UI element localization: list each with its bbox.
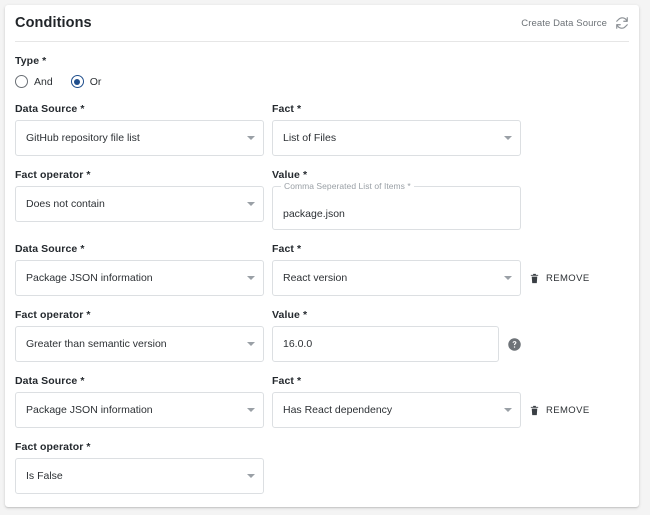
trash-icon bbox=[529, 272, 540, 285]
type-label: Type * bbox=[15, 55, 47, 67]
chevron-down-icon bbox=[247, 474, 255, 478]
condition-1-row-operator: Fact operator * Does not contain Value *… bbox=[15, 169, 629, 230]
condition-3-remove-button[interactable]: REMOVE bbox=[529, 404, 590, 417]
condition-1-fact-value: List of Files bbox=[283, 132, 337, 144]
condition-2-row-source: Data Source * Package JSON information F… bbox=[15, 243, 629, 296]
chevron-down-icon bbox=[247, 202, 255, 206]
condition-3-fact-value: Has React dependency bbox=[283, 404, 393, 416]
condition-2-fact-select[interactable]: React version bbox=[272, 260, 521, 296]
condition-2-value-label: Value * bbox=[272, 309, 308, 321]
condition-1-data-source-value: GitHub repository file list bbox=[26, 132, 140, 144]
condition-1-fact-field: Fact * List of Files bbox=[272, 103, 521, 156]
condition-3-remove-label: REMOVE bbox=[546, 404, 590, 416]
condition-1-fact-operator-field: Fact operator * Does not contain bbox=[15, 169, 264, 222]
condition-3-fact-label: Fact * bbox=[272, 375, 302, 387]
radio-option-and[interactable]: And bbox=[15, 75, 53, 88]
condition-2-fact-label: Fact * bbox=[272, 243, 302, 255]
condition-block-3: Data Source * Package JSON information F… bbox=[15, 375, 629, 494]
header-actions: Create Data Source bbox=[521, 16, 629, 30]
condition-2-fact-operator-label: Fact operator * bbox=[15, 309, 91, 321]
condition-3-fact-operator-label: Fact operator * bbox=[15, 441, 91, 453]
radio-label-or: Or bbox=[89, 75, 102, 88]
condition-2-row-operator: Fact operator * Greater than semantic ve… bbox=[15, 309, 629, 362]
condition-2-fact-field: Fact * React version bbox=[272, 243, 521, 296]
condition-2-fact-operator-field: Fact operator * Greater than semantic ve… bbox=[15, 309, 264, 362]
condition-1-fact-operator-select[interactable]: Does not contain bbox=[15, 186, 264, 222]
sync-refresh-icon[interactable] bbox=[615, 16, 629, 30]
radio-label-and: And bbox=[34, 75, 53, 88]
condition-3-data-source-label: Data Source * bbox=[15, 375, 85, 387]
condition-3-row-operator: Fact operator * Is False bbox=[15, 441, 629, 494]
condition-2-fact-value: React version bbox=[283, 272, 348, 284]
condition-3-fact-operator-field: Fact operator * Is False bbox=[15, 441, 264, 494]
condition-3-fact-select[interactable]: Has React dependency bbox=[272, 392, 521, 428]
card-header: Conditions Create Data Source bbox=[5, 5, 639, 41]
trash-icon bbox=[529, 404, 540, 417]
condition-2-value-field: Value * 16.0.0 bbox=[272, 309, 499, 362]
condition-1-data-source-field: Data Source * GitHub repository file lis… bbox=[15, 103, 264, 156]
condition-2-value-input[interactable]: 16.0.0 bbox=[272, 326, 499, 362]
condition-2-data-source-label: Data Source * bbox=[15, 243, 85, 255]
condition-1-fact-operator-label: Fact operator * bbox=[15, 169, 91, 181]
condition-2-fact-operator-value: Greater than semantic version bbox=[26, 338, 167, 350]
condition-1-value-text: package.json bbox=[283, 208, 345, 220]
condition-2-data-source-field: Data Source * Package JSON information bbox=[15, 243, 264, 296]
help-icon[interactable] bbox=[507, 337, 522, 352]
condition-3-data-source-field: Data Source * Package JSON information bbox=[15, 375, 264, 428]
condition-1-fact-label: Fact * bbox=[272, 103, 302, 115]
chevron-down-icon bbox=[247, 276, 255, 280]
condition-2-data-source-select[interactable]: Package JSON information bbox=[15, 260, 264, 296]
condition-3-trailing: REMOVE bbox=[529, 392, 590, 428]
chevron-down-icon bbox=[247, 136, 255, 140]
condition-3-row-source: Data Source * Package JSON information F… bbox=[15, 375, 629, 428]
chevron-down-icon bbox=[504, 276, 512, 280]
condition-1-value-notch-label: Comma Seperated List of Items * bbox=[281, 181, 414, 191]
radio-circle-and bbox=[15, 75, 28, 88]
radio-option-or[interactable]: Or bbox=[70, 75, 102, 88]
conditions-card: Conditions Create Data Source Type * And bbox=[5, 5, 639, 507]
condition-1-fact-select[interactable]: List of Files bbox=[272, 120, 521, 156]
chevron-down-icon bbox=[504, 408, 512, 412]
type-radio-group: And Or bbox=[15, 75, 629, 88]
condition-3-fact-operator-select[interactable]: Is False bbox=[15, 458, 264, 494]
create-data-source-link[interactable]: Create Data Source bbox=[521, 18, 607, 29]
condition-2-trailing: REMOVE bbox=[529, 260, 590, 296]
chevron-down-icon bbox=[247, 342, 255, 346]
condition-block-2: Data Source * Package JSON information F… bbox=[15, 243, 629, 362]
condition-3-fact-operator-value: Is False bbox=[26, 470, 63, 482]
condition-1-row-source: Data Source * GitHub repository file lis… bbox=[15, 103, 629, 156]
condition-2-remove-label: REMOVE bbox=[546, 272, 590, 284]
condition-2-remove-button[interactable]: REMOVE bbox=[529, 272, 590, 285]
condition-1-data-source-select[interactable]: GitHub repository file list bbox=[15, 120, 264, 156]
condition-2-fact-operator-select[interactable]: Greater than semantic version bbox=[15, 326, 264, 362]
conditions-body: Type * And Or Data Source * GitHub repos… bbox=[5, 42, 639, 507]
condition-2-value-trailing bbox=[507, 326, 522, 362]
condition-1-data-source-label: Data Source * bbox=[15, 103, 85, 115]
condition-3-fact-field: Fact * Has React dependency bbox=[272, 375, 521, 428]
condition-1-fact-operator-value: Does not contain bbox=[26, 198, 105, 210]
page-title: Conditions bbox=[15, 15, 92, 31]
condition-2-data-source-value: Package JSON information bbox=[26, 272, 153, 284]
condition-1-value-field: Value * Comma Seperated List of Items * … bbox=[272, 169, 521, 230]
condition-3-data-source-select[interactable]: Package JSON information bbox=[15, 392, 264, 428]
condition-2-value-text: 16.0.0 bbox=[283, 338, 313, 350]
condition-3-data-source-value: Package JSON information bbox=[26, 404, 153, 416]
radio-circle-or bbox=[70, 75, 84, 88]
condition-1-value-input[interactable]: Comma Seperated List of Items * package.… bbox=[272, 181, 521, 230]
chevron-down-icon bbox=[247, 408, 255, 412]
condition-block-1: Data Source * GitHub repository file lis… bbox=[15, 103, 629, 230]
chevron-down-icon bbox=[504, 136, 512, 140]
